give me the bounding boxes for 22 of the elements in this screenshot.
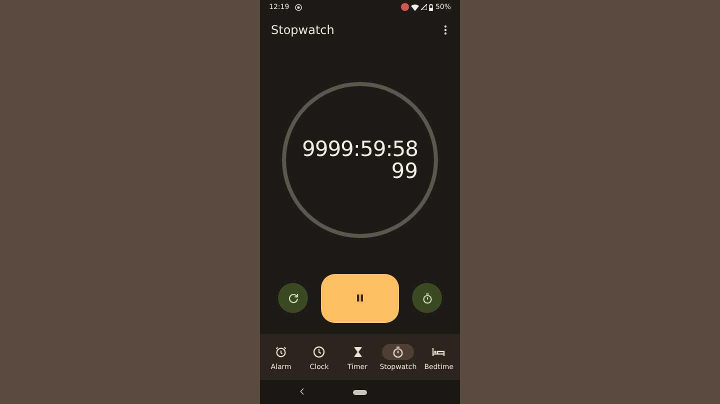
pause-button[interactable] — [321, 274, 399, 322]
more-options-button[interactable] — [442, 23, 449, 37]
reset-button[interactable] — [278, 283, 308, 313]
stopwatch-icon — [392, 346, 404, 358]
signal-icon — [421, 4, 428, 10]
notification-dot-icon — [401, 3, 410, 11]
target-icon — [295, 4, 302, 10]
back-button[interactable] — [300, 388, 304, 395]
lap-button[interactable] — [412, 283, 442, 313]
screen-title: Stopwatch — [271, 23, 336, 37]
reset-icon — [288, 292, 298, 304]
pause-icon — [356, 294, 364, 302]
bed-icon — [432, 346, 446, 358]
battery-icon — [429, 4, 434, 10]
hourglass-icon — [352, 346, 364, 358]
wifi-icon — [411, 4, 420, 10]
hundredths: 99 — [391, 160, 418, 182]
alarm-clock-icon — [275, 346, 288, 358]
clock-icon — [313, 346, 326, 358]
stopwatch-icon — [422, 292, 432, 304]
elapsed-time: 9999:59:58 — [302, 138, 418, 160]
home-handle[interactable] — [353, 390, 367, 394]
